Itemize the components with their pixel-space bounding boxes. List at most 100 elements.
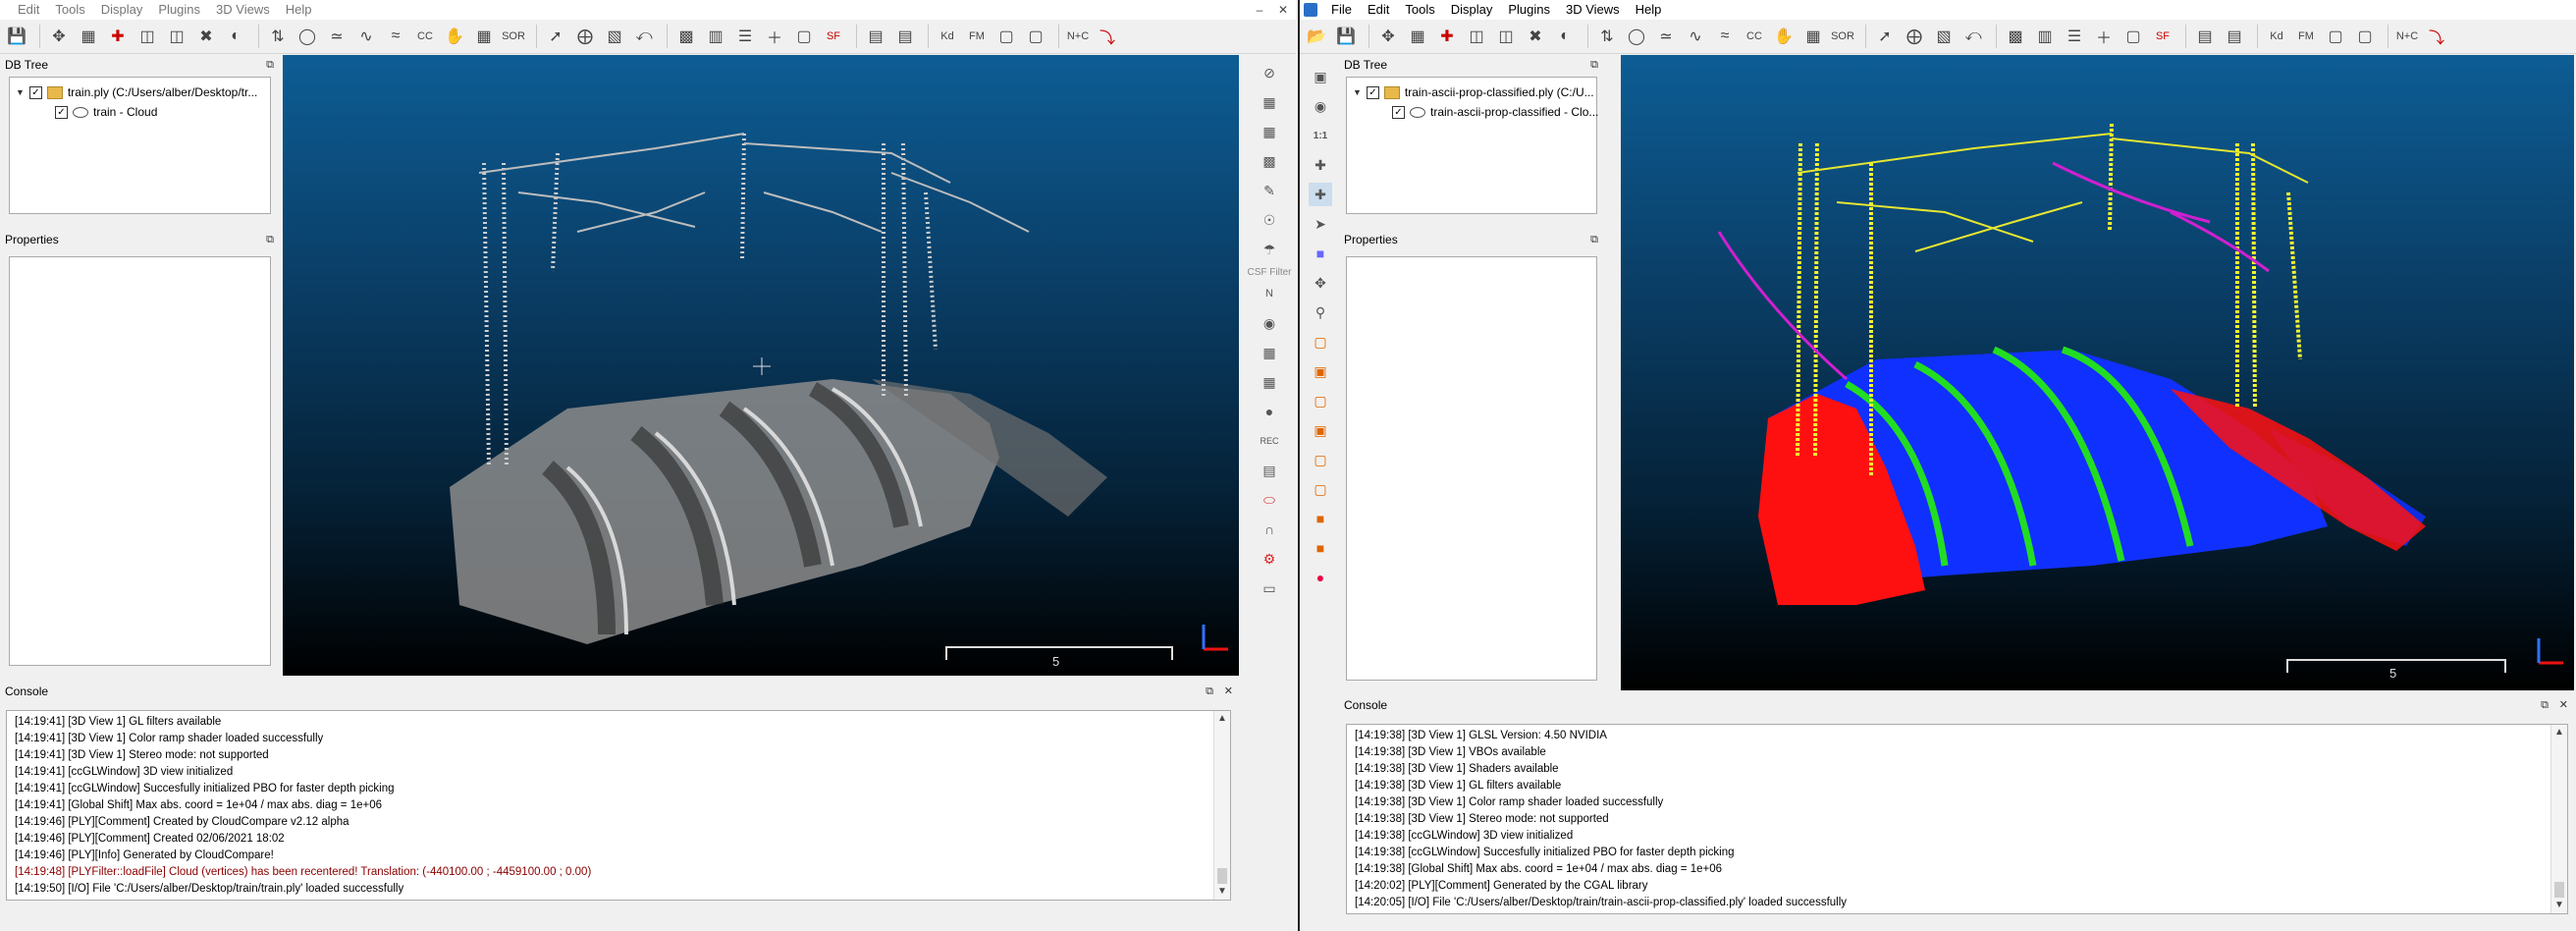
ribbon-icon[interactable]: ◉ xyxy=(1258,311,1281,335)
tree-child-item[interactable]: ✓ train - Cloud xyxy=(55,103,157,121)
scroll-up-icon[interactable]: ▲ xyxy=(2551,725,2567,740)
tree-child-checkbox[interactable]: ✓ xyxy=(1392,105,1405,119)
sf-list-icon[interactable]: ☰ xyxy=(732,24,758,49)
cc-icon[interactable]: CC xyxy=(1742,24,1767,49)
grid-icon[interactable]: ▦ xyxy=(1258,341,1281,364)
menu-file[interactable]: File xyxy=(1323,0,1360,20)
grade-icon[interactable]: ▤ xyxy=(2192,24,2218,49)
view-right-icon[interactable]: ▢ xyxy=(1309,448,1332,471)
console-log[interactable]: [14:19:41] [3D View 1] GL filters availa… xyxy=(6,710,1231,901)
raster-icon[interactable]: ▦ xyxy=(1800,24,1826,49)
texture-icon[interactable]: ▦ xyxy=(1258,370,1281,394)
image-icon[interactable]: ▦ xyxy=(1258,90,1281,114)
menu-help[interactable]: Help xyxy=(278,0,320,20)
sf-list-icon[interactable]: ☰ xyxy=(2062,24,2087,49)
align-icon[interactable]: ∿ xyxy=(353,24,379,49)
subsample-icon[interactable]: ◐ xyxy=(223,24,248,49)
cloud-cloud-icon[interactable]: ≈ xyxy=(383,24,408,49)
menu-3d-views[interactable]: 3D Views xyxy=(1558,0,1628,20)
crosshair-icon[interactable]: ✚ xyxy=(1309,153,1332,177)
sor-icon[interactable]: SOR xyxy=(501,24,526,49)
point-picking-icon[interactable]: ✚ xyxy=(1434,24,1460,49)
scroll-up-icon[interactable]: ▲ xyxy=(1214,711,1230,727)
camera-icon[interactable]: ◉ xyxy=(1309,94,1332,118)
box-icon[interactable]: ▢ xyxy=(2323,24,2348,49)
grade-icon[interactable]: ▤ xyxy=(863,24,888,49)
dock-icon[interactable]: ⧉ xyxy=(1590,230,1598,249)
view-bottom-icon[interactable]: ▢ xyxy=(1309,477,1332,501)
cylinder-icon[interactable]: ▭ xyxy=(1258,576,1281,600)
box-icon[interactable]: ▢ xyxy=(993,24,1019,49)
add-sf-icon[interactable]: ＋ xyxy=(2091,24,2117,49)
hand-icon[interactable]: ✋ xyxy=(1771,24,1797,49)
image2-icon[interactable]: ▦ xyxy=(1258,120,1281,143)
cube-icon[interactable]: ▤ xyxy=(1258,459,1281,482)
delete-icon[interactable]: ✖ xyxy=(1523,24,1548,49)
hand-icon[interactable]: ✋ xyxy=(442,24,467,49)
fm-icon[interactable]: FM xyxy=(2293,24,2319,49)
menu-help[interactable]: Help xyxy=(1628,0,1670,20)
right-3d-view[interactable]: 5 xyxy=(1621,55,2574,690)
compass-icon[interactable]: ☉ xyxy=(1258,208,1281,232)
clone-icon[interactable]: ▦ xyxy=(1405,24,1430,49)
nc-icon[interactable]: N+C xyxy=(1065,24,1091,49)
trash-sf-icon[interactable]: ▢ xyxy=(791,24,817,49)
ellipse-icon[interactable]: ⬭ xyxy=(1258,488,1281,512)
view-iso2-icon[interactable]: ■ xyxy=(1309,536,1332,560)
shield-icon[interactable]: ☂ xyxy=(1258,238,1281,261)
scroll-down-icon[interactable]: ▼ xyxy=(2551,898,2567,913)
cc-icon[interactable]: CC xyxy=(412,24,438,49)
left-3d-view[interactable]: 5 xyxy=(283,55,1239,676)
compass-icon[interactable]: ⤵ xyxy=(2424,24,2449,49)
merge-icon[interactable]: ◫ xyxy=(1464,24,1489,49)
magnify-icon[interactable]: ⤺ xyxy=(1960,24,1986,49)
console-log[interactable]: [14:19:38] [3D View 1] GLSL Version: 4.5… xyxy=(1346,724,2568,914)
expand-arrow-icon[interactable]: ▼ xyxy=(1353,87,1362,97)
cloud-cloud-icon[interactable]: ≈ xyxy=(1712,24,1738,49)
dock-icon[interactable]: ⧉ xyxy=(1590,55,1598,75)
menu-display[interactable]: Display xyxy=(93,0,151,20)
menu-plugins[interactable]: Plugins xyxy=(1500,0,1558,20)
dock-icon[interactable]: ⧉ xyxy=(266,230,274,249)
expand-arrow-icon[interactable]: ▼ xyxy=(16,87,25,97)
sf-arith-icon[interactable]: SF xyxy=(2150,24,2175,49)
console-scrollbar[interactable]: ▲ ▼ xyxy=(1213,711,1230,900)
csf-filter-label[interactable]: CSF Filter xyxy=(1248,267,1292,278)
menu-plugins[interactable]: Plugins xyxy=(150,0,208,20)
rec-icon[interactable]: REC xyxy=(1258,429,1281,453)
menu-tools[interactable]: Tools xyxy=(47,0,92,20)
raster-icon[interactable]: ▦ xyxy=(471,24,497,49)
kd-icon[interactable]: Kd xyxy=(2264,24,2289,49)
north-icon[interactable]: N xyxy=(1258,282,1281,305)
box2-icon[interactable]: ▢ xyxy=(2352,24,2378,49)
dock-icon[interactable]: ⧉ xyxy=(2541,695,2549,715)
perspective-icon[interactable]: ➤ xyxy=(1309,212,1332,236)
filter-icon[interactable]: ▥ xyxy=(2032,24,2058,49)
close-icon[interactable]: ✕ xyxy=(2559,695,2568,715)
kd-icon[interactable]: Kd xyxy=(935,24,960,49)
trash-sf-icon[interactable]: ▢ xyxy=(2120,24,2146,49)
cube-icon[interactable]: ■ xyxy=(1309,242,1332,265)
view-back-icon[interactable]: ▣ xyxy=(1309,418,1332,442)
monitor-icon[interactable]: ▣ xyxy=(1309,65,1332,88)
translate-rotate-icon[interactable]: ✥ xyxy=(1375,24,1401,49)
open-icon[interactable]: 📂 xyxy=(1304,24,1329,49)
clone-icon[interactable]: ▦ xyxy=(76,24,101,49)
measure-icon[interactable]: ➚ xyxy=(1872,24,1898,49)
brush-icon[interactable]: ✎ xyxy=(1258,179,1281,202)
magnet-icon[interactable]: ∩ xyxy=(1258,518,1281,541)
tree-root-item[interactable]: ▼ ✓ train.ply (C:/Users/alber/Desktop/tr… xyxy=(16,83,257,101)
menu-3d-views[interactable]: 3D Views xyxy=(208,0,278,20)
one-to-one-icon[interactable]: 1:1 xyxy=(1309,124,1332,147)
tree-root-item[interactable]: ▼ ✓ train-ascii-prop-classified.ply (C:/… xyxy=(1353,83,1594,101)
gear-icon[interactable]: ⚙ xyxy=(1258,547,1281,571)
save-icon[interactable]: 💾 xyxy=(4,24,29,49)
histogram-icon[interactable]: ▩ xyxy=(673,24,699,49)
plane-icon[interactable]: ▧ xyxy=(1931,24,1957,49)
sphere-icon[interactable]: ● xyxy=(1258,400,1281,423)
scroll-thumb[interactable] xyxy=(2554,882,2564,898)
menu-edit[interactable]: Edit xyxy=(1360,0,1397,20)
flickr-icon[interactable]: ● xyxy=(1309,566,1332,589)
segment-icon[interactable]: ◫ xyxy=(1493,24,1519,49)
dock-icon[interactable]: ⧉ xyxy=(266,55,274,75)
